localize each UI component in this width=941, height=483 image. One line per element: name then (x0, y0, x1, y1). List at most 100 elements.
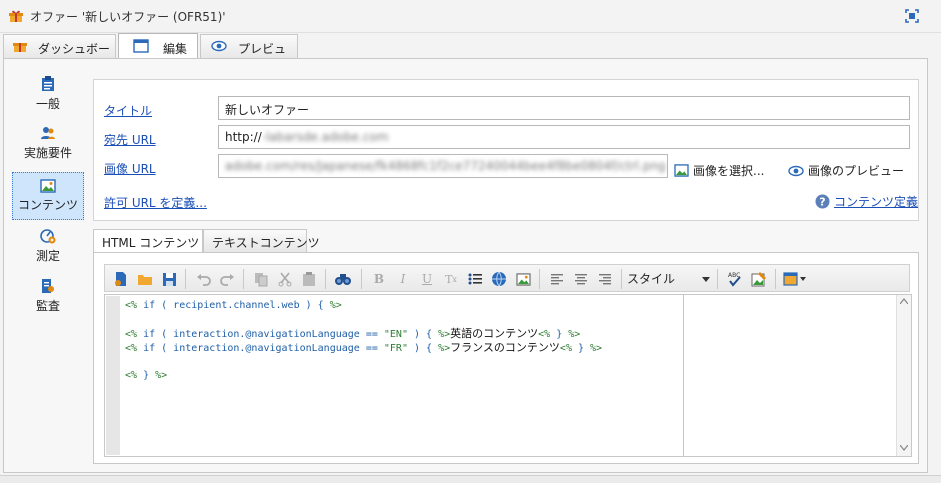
select-image-button[interactable]: 画像を選択... (674, 162, 764, 179)
code-line: <% if ( interaction.@navigationLanguage … (125, 327, 581, 340)
tab-preview[interactable]: プレビュー (200, 34, 298, 73)
window-icon (133, 39, 149, 56)
toolbar-separator (539, 269, 540, 289)
image-icon (674, 164, 689, 177)
sidebar-item-audit[interactable]: 監査 (12, 278, 84, 318)
html-editor-toolbar: B I U Tx スタイル ABC (104, 264, 910, 292)
content-definition-button[interactable]: ? コンテンツ定義 (815, 193, 918, 210)
image-icon (40, 179, 56, 193)
style-dropdown-label: スタイル (627, 272, 676, 286)
preview-image-button[interactable]: 画像のプレビュー (788, 162, 904, 179)
gift-icon (9, 9, 23, 26)
toolbar-separator (185, 269, 186, 289)
gift-icon (13, 39, 27, 56)
sidebar-label-measurement: 測定 (35, 249, 60, 263)
sidebar-item-eligibility[interactable]: 実施要件 (12, 125, 84, 165)
italic-icon[interactable]: I (393, 269, 413, 289)
window-titlebar: オファー '新しいオファー (OFR51)' (0, 0, 941, 33)
vertical-scrollbar[interactable] (896, 295, 911, 456)
window-title: オファー '新しいオファー (OFR51)' (30, 10, 226, 24)
destination-url-label[interactable]: 宛先 URL (104, 131, 156, 148)
preview-image-label: 画像のプレビュー (808, 164, 905, 178)
insert-image-icon[interactable] (513, 269, 533, 289)
sidebar-item-content[interactable]: コンテンツ (12, 172, 84, 220)
toolbar-separator (775, 269, 776, 289)
align-left-icon[interactable] (547, 269, 567, 289)
new-document-icon[interactable] (111, 269, 131, 289)
title-field-value: 新しいオファー (225, 103, 310, 117)
open-folder-icon[interactable] (135, 269, 155, 289)
paste-icon[interactable] (299, 269, 319, 289)
users-icon (41, 127, 55, 139)
tab-text-content[interactable]: テキストコンテンツ (203, 229, 320, 253)
destination-url-value: http:// (225, 130, 262, 144)
toolbar-separator (243, 269, 244, 289)
toolbar-separator (621, 269, 622, 289)
image-url-label[interactable]: 画像 URL (104, 160, 156, 177)
sidebar-item-measurement[interactable]: 測定 (12, 228, 84, 268)
cut-icon[interactable] (275, 269, 295, 289)
image-url-blurred: adobe.com/res/Japanese/fk4868fc1f2ce7724… (225, 159, 666, 173)
define-allowed-url-link[interactable]: 許可 URL を定義... (104, 194, 207, 211)
underline-icon[interactable]: U (417, 269, 437, 289)
save-icon[interactable] (159, 269, 179, 289)
status-bar (0, 475, 941, 483)
bold-icon[interactable]: B (369, 269, 389, 289)
code-line: <% if ( recipient.channel.web ) { %> (125, 300, 342, 311)
scroll-up-icon[interactable] (899, 297, 909, 307)
undo-icon[interactable] (193, 269, 213, 289)
select-image-label: 画像を選択... (693, 164, 765, 178)
tab-edit-label: 編集 (163, 42, 188, 56)
destination-url-field[interactable]: http://-labarsde.adobe.com (218, 125, 910, 149)
title-label[interactable]: タイトル (104, 102, 152, 119)
code-gutter (106, 296, 120, 455)
tab-edit[interactable]: 編集 (118, 33, 198, 59)
gauge-icon (40, 229, 56, 244)
caret-down-icon (702, 272, 710, 286)
sidebar-label-audit: 監査 (35, 299, 60, 313)
toolbar-separator (717, 269, 718, 289)
code-line: <% } %> (125, 370, 168, 381)
insert-link-globe-icon[interactable] (489, 269, 509, 289)
eye-icon (788, 165, 804, 176)
sidebar-label-content: コンテンツ (17, 198, 78, 212)
spell-check-icon[interactable]: ABC (725, 269, 745, 289)
fullscreen-icon[interactable] (905, 9, 919, 26)
tab-dashboard[interactable]: ダッシュボード (3, 34, 116, 73)
svg-text:?: ? (819, 196, 825, 209)
top-tab-bar: ダッシュボード 編集 プレビュー (0, 33, 941, 73)
help-icon: ? (815, 194, 830, 209)
tab-html-content-label: HTML コンテンツ (102, 236, 200, 250)
sidebar-item-general[interactable]: 一般 (12, 76, 84, 116)
edit-image-icon[interactable] (749, 269, 769, 289)
find-binoculars-icon[interactable] (333, 269, 353, 289)
scroll-down-icon[interactable] (899, 444, 909, 454)
clear-format-icon[interactable]: Tx (441, 269, 461, 289)
personalization-menu-icon[interactable] (781, 269, 809, 289)
bullet-list-icon[interactable] (465, 269, 485, 289)
content-definition-label: コンテンツ定義 (834, 195, 919, 209)
destination-url-blurred: -labarsde.adobe.com (261, 130, 389, 144)
title-field[interactable]: 新しいオファー (218, 96, 910, 120)
image-url-field[interactable]: adobe.com/res/Japanese/fk4868fc1f2ce7724… (218, 154, 668, 178)
clipboard-icon (42, 76, 54, 91)
toolbar-separator (325, 269, 326, 289)
sidebar-label-general: 一般 (35, 97, 60, 111)
code-lines: <% if ( recipient.channel.web ) { %> <% … (125, 299, 602, 383)
audit-icon (42, 279, 54, 293)
toolbar-separator (361, 269, 362, 289)
editor-split-divider[interactable] (683, 295, 684, 456)
code-line: <% if ( interaction.@navigationLanguage … (125, 341, 603, 354)
sidebar-label-eligibility: 実施要件 (23, 146, 72, 160)
tab-text-content-label: テキストコンテンツ (212, 236, 320, 250)
redo-icon[interactable] (217, 269, 237, 289)
copy-icon[interactable] (251, 269, 271, 289)
eye-icon (211, 40, 227, 55)
tab-html-content[interactable]: HTML コンテンツ (93, 229, 203, 254)
html-code-editor[interactable]: <% if ( recipient.channel.web ) { %> <% … (104, 294, 912, 457)
style-dropdown[interactable]: スタイル (627, 270, 711, 287)
align-center-icon[interactable] (571, 269, 591, 289)
align-right-icon[interactable] (595, 269, 615, 289)
